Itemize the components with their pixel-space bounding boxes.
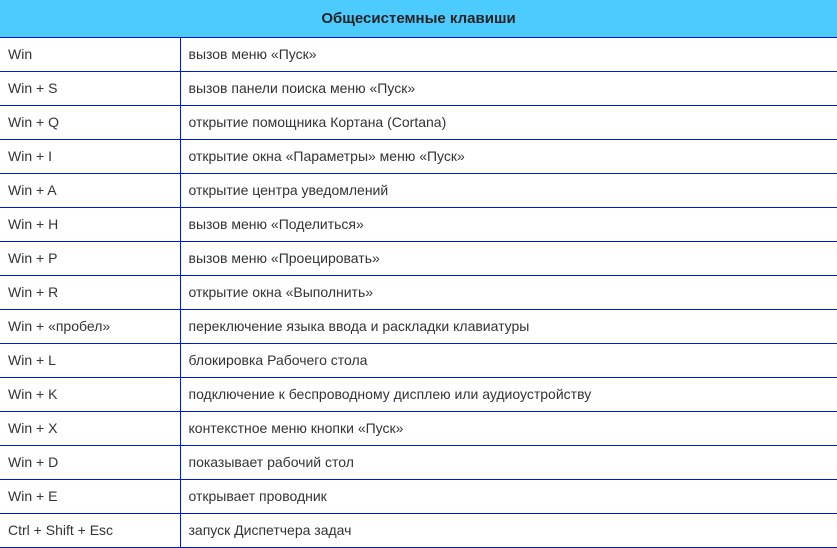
shortcut-description: подключение к беспроводному дисплею или … (180, 378, 837, 412)
table-row: Win + Rоткрытие окна «Выполнить» (0, 276, 837, 310)
shortcut-description: вызов меню «Поделиться» (180, 208, 837, 242)
table-row: Win + Qоткрытие помощника Кортана (Corta… (0, 106, 837, 140)
shortcut-key: Win + E (0, 480, 180, 514)
shortcut-description: переключение языка ввода и раскладки кла… (180, 310, 837, 344)
shortcut-key: Win + Q (0, 106, 180, 140)
shortcut-key: Win + L (0, 344, 180, 378)
shortcut-key: Win + S (0, 72, 180, 106)
table-title: Общесистемные клавиши (0, 0, 837, 38)
shortcut-description: вызов панели поиска меню «Пуск» (180, 72, 837, 106)
shortcut-description: открытие помощника Кортана (Cortana) (180, 106, 837, 140)
table-row: Ctrl + Shift + Escзапуск Диспетчера зада… (0, 514, 837, 548)
shortcut-description: показывает рабочий стол (180, 446, 837, 480)
shortcut-key: Win + H (0, 208, 180, 242)
table-header-row: Общесистемные клавиши (0, 0, 837, 38)
shortcut-key: Win + D (0, 446, 180, 480)
table-row: Win + Iоткрытие окна «Параметры» меню «П… (0, 140, 837, 174)
shortcut-description: контекстное меню кнопки «Пуск» (180, 412, 837, 446)
shortcut-key: Win + K (0, 378, 180, 412)
table-body: Winвызов меню «Пуск»Win + Sвызов панели … (0, 38, 837, 548)
table-row: Win + Eоткрывает проводник (0, 480, 837, 514)
table-row: Win + Sвызов панели поиска меню «Пуск» (0, 72, 837, 106)
shortcut-description: блокировка Рабочего стола (180, 344, 837, 378)
shortcut-key: Win (0, 38, 180, 72)
table-row: Win + «пробел»переключение языка ввода и… (0, 310, 837, 344)
shortcut-key: Win + I (0, 140, 180, 174)
shortcut-description: открытие окна «Параметры» меню «Пуск» (180, 140, 837, 174)
table-row: Win + Xконтекстное меню кнопки «Пуск» (0, 412, 837, 446)
table-row: Win + Kподключение к беспроводному диспл… (0, 378, 837, 412)
table-row: Win + Dпоказывает рабочий стол (0, 446, 837, 480)
shortcut-key: Ctrl + Shift + Esc (0, 514, 180, 548)
shortcut-description: открывает проводник (180, 480, 837, 514)
shortcut-key: Win + «пробел» (0, 310, 180, 344)
shortcut-description: вызов меню «Пуск» (180, 38, 837, 72)
shortcut-description: вызов меню «Проецировать» (180, 242, 837, 276)
table-row: Winвызов меню «Пуск» (0, 38, 837, 72)
table-row: Win + Aоткрытие центра уведомлений (0, 174, 837, 208)
table-row: Win + Hвызов меню «Поделиться» (0, 208, 837, 242)
shortcut-description: открытие центра уведомлений (180, 174, 837, 208)
shortcut-key: Win + X (0, 412, 180, 446)
table-row: Win + Pвызов меню «Проецировать» (0, 242, 837, 276)
table-row: Win + Lблокировка Рабочего стола (0, 344, 837, 378)
shortcut-key: Win + R (0, 276, 180, 310)
shortcut-key: Win + A (0, 174, 180, 208)
shortcut-key: Win + P (0, 242, 180, 276)
shortcut-description: запуск Диспетчера задач (180, 514, 837, 548)
shortcuts-table: Общесистемные клавиши Winвызов меню «Пус… (0, 0, 837, 548)
shortcut-description: открытие окна «Выполнить» (180, 276, 837, 310)
